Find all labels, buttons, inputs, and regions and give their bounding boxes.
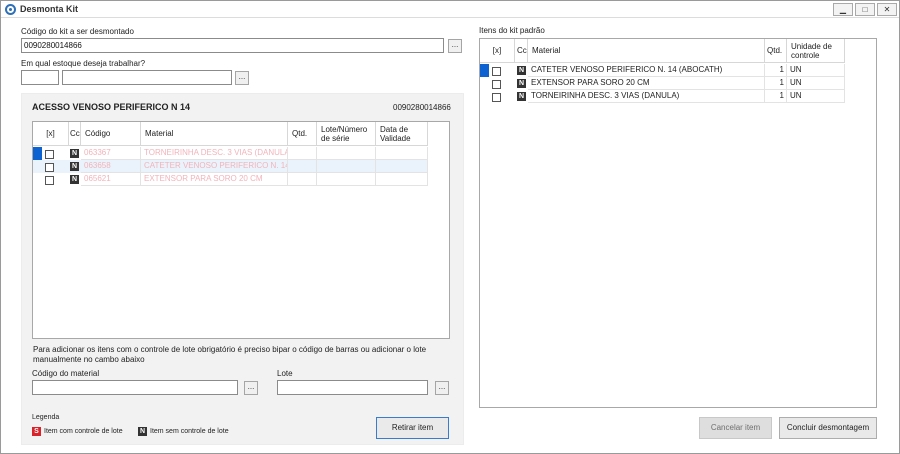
retirar-item-button[interactable]: Retirar item xyxy=(376,417,449,439)
row-checkbox[interactable] xyxy=(492,80,501,89)
kit-name: ACESSO VENOSO PERIFERICO N 14 xyxy=(32,102,191,112)
no-lot-control-badge: N xyxy=(70,175,79,184)
title-bar: Desmonta Kit ▁ □ ✕ xyxy=(1,1,899,18)
table-row[interactable]: N 063367 TORNEIRINHA DESC. 3 VIAS (DANUL… xyxy=(33,147,428,160)
no-lot-control-badge: N xyxy=(517,92,526,101)
row-checkbox[interactable] xyxy=(492,93,501,102)
standard-kit-grid: [x] Cc Material Qtd. Unidade de controle… xyxy=(479,38,877,408)
stock-lookup-button[interactable]: ... xyxy=(235,71,249,85)
row-material: EXTENSOR PARA SORO 20 CM xyxy=(141,173,288,186)
standard-kit-items-label: Itens do kit padrão xyxy=(479,26,545,35)
row-code: 063367 xyxy=(81,147,141,160)
col-header-select[interactable]: [x] xyxy=(480,39,515,63)
legend-with-lot-text: Item com controle de lote xyxy=(44,428,123,435)
table-row[interactable]: N EXTENSOR PARA SORO 20 CM 1 UN xyxy=(480,77,845,90)
material-lookup-button[interactable]: ... xyxy=(244,381,258,395)
row-material: CATETER VENOSO PERIFERICO N. 14 (ABOCATH… xyxy=(528,64,765,77)
col-header-qty[interactable]: Qtd. xyxy=(288,122,317,146)
col-header-cc[interactable]: Cc xyxy=(515,39,528,63)
row-material: CATETER VENOSO PERIFERICO N. 14 xyxy=(141,160,288,173)
row-qty: 1 xyxy=(765,64,787,77)
row-unit: UN xyxy=(787,77,845,90)
no-lot-control-badge: N xyxy=(70,162,79,171)
stock-name-input[interactable] xyxy=(62,70,232,85)
row-validity[interactable] xyxy=(376,160,428,173)
lote-lookup-button[interactable]: ... xyxy=(435,381,449,395)
row-lot[interactable] xyxy=(317,160,376,173)
col-header-lot[interactable]: Lote/Número de série xyxy=(317,122,376,146)
material-code-label: Código do material xyxy=(32,369,100,378)
row-checkbox[interactable] xyxy=(45,163,54,172)
maximize-button[interactable]: □ xyxy=(855,3,875,16)
lot-instructions: Para adicionar os itens com o controle d… xyxy=(33,345,427,364)
stock-label: Em qual estoque deseja trabalhar? xyxy=(21,59,146,68)
kit-code-lookup-button[interactable]: ... xyxy=(448,39,462,53)
row-material: EXTENSOR PARA SORO 20 CM xyxy=(528,77,765,90)
cancel-item-button[interactable]: Cancelar item xyxy=(699,417,772,439)
col-header-cc[interactable]: Cc xyxy=(69,122,81,146)
row-checkbox[interactable] xyxy=(492,67,501,76)
kit-code-display: 0090280014866 xyxy=(393,103,451,112)
row-validity[interactable] xyxy=(376,147,428,160)
row-lot[interactable] xyxy=(317,147,376,160)
row-lot[interactable] xyxy=(317,173,376,186)
row-unit: UN xyxy=(787,90,845,103)
col-header-code[interactable]: Código xyxy=(81,122,141,146)
close-button[interactable]: ✕ xyxy=(877,3,897,16)
app-icon xyxy=(5,4,16,15)
kit-code-input[interactable]: 0090280014866 xyxy=(21,38,444,53)
row-material: TORNEIRINHA DESC. 3 VIAS (DANULA) xyxy=(141,147,288,160)
table-row[interactable]: N TORNEIRINHA DESC. 3 VIAS (DANULA) 1 UN xyxy=(480,90,845,103)
row-unit: UN xyxy=(787,64,845,77)
kit-code-label: Código do kit a ser desmontado xyxy=(21,27,134,36)
row-qty: 1 xyxy=(765,90,787,103)
col-header-unit[interactable]: Unidade de controle xyxy=(787,39,845,63)
minimize-button[interactable]: ▁ xyxy=(833,3,853,16)
row-checkbox[interactable] xyxy=(45,176,54,185)
no-lot-control-badge: N xyxy=(517,79,526,88)
col-header-select[interactable]: [x] xyxy=(33,122,69,146)
row-qty xyxy=(288,147,317,160)
row-qty: 1 xyxy=(765,77,787,90)
material-code-input[interactable] xyxy=(32,380,238,395)
row-qty xyxy=(288,160,317,173)
lote-label: Lote xyxy=(277,369,293,378)
row-validity[interactable] xyxy=(376,173,428,186)
no-lot-control-badge: N xyxy=(138,427,147,436)
row-code: 065621 xyxy=(81,173,141,186)
row-selection-indicator xyxy=(33,147,42,160)
row-qty xyxy=(288,173,317,186)
kit-items-grid: [x] Cc Código Material Qtd. Lote/Número … xyxy=(32,121,450,339)
finish-disassembly-button[interactable]: Concluir desmontagem xyxy=(779,417,877,439)
stock-code-input[interactable] xyxy=(21,70,59,85)
legend-with-lot: S Item com controle de lote xyxy=(32,427,123,436)
row-checkbox[interactable] xyxy=(45,150,54,159)
col-header-material[interactable]: Material xyxy=(528,39,765,63)
col-header-qty[interactable]: Qtd. xyxy=(765,39,787,63)
row-material: TORNEIRINHA DESC. 3 VIAS (DANULA) xyxy=(528,90,765,103)
table-row[interactable]: N 065621 EXTENSOR PARA SORO 20 CM xyxy=(33,173,428,186)
col-header-validity[interactable]: Data de Validade xyxy=(376,122,428,146)
window-title: Desmonta Kit xyxy=(20,4,79,14)
table-row[interactable]: N 063658 CATETER VENOSO PERIFERICO N. 14 xyxy=(33,160,428,173)
row-selection-indicator xyxy=(480,64,489,77)
legend-without-lot: N Item sem controle de lote xyxy=(138,427,229,436)
desmonta-kit-window: Desmonta Kit ▁ □ ✕ Código do kit a ser d… xyxy=(0,0,900,454)
legend-without-lot-text: Item sem controle de lote xyxy=(150,428,229,435)
legend-title: Legenda xyxy=(32,414,60,421)
row-code: 063658 xyxy=(81,160,141,173)
no-lot-control-badge: N xyxy=(517,66,526,75)
no-lot-control-badge: N xyxy=(70,149,79,158)
lot-control-badge: S xyxy=(32,427,41,436)
table-row[interactable]: N CATETER VENOSO PERIFERICO N. 14 (ABOCA… xyxy=(480,64,845,77)
col-header-material[interactable]: Material xyxy=(141,122,288,146)
lote-input[interactable] xyxy=(277,380,428,395)
